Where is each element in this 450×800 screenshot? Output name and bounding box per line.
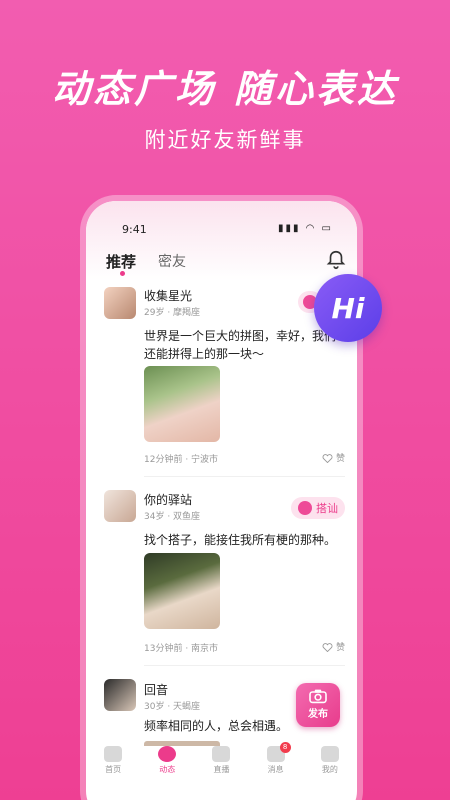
feed-icon	[158, 746, 177, 762]
hi-bubble[interactable]: Hi	[314, 274, 382, 342]
status-icons: ▮▮▮ ◠ ▭	[277, 223, 333, 234]
chat-button[interactable]: 搭讪	[291, 497, 345, 519]
nav-label: 首页	[105, 765, 122, 774]
nav-home[interactable]: 首页	[93, 746, 133, 786]
post-meta: 34岁 · 双鱼座	[144, 512, 201, 522]
post-meta: 30岁 · 天蝎座	[144, 702, 201, 712]
tab-recommend[interactable]: 推荐	[106, 251, 136, 272]
heart-outline-icon	[322, 453, 333, 463]
nav-label: 直播	[213, 765, 230, 774]
message-badge: 8	[279, 742, 291, 753]
like-button[interactable]: 赞	[322, 451, 345, 464]
nav-label: 我的	[321, 765, 338, 774]
post-text: 找个搭子，能接住我所有梗的那种。	[144, 533, 337, 547]
publish-button[interactable]: 发布	[296, 683, 340, 727]
post-text: 世界是一个巨大的拼图，幸好，我们还能拼得上的那一块～	[144, 329, 337, 361]
bell-icon[interactable]	[325, 249, 347, 271]
live-icon	[212, 746, 231, 762]
publish-label: 发布	[308, 709, 328, 720]
home-icon	[104, 746, 123, 762]
post-image[interactable]	[144, 553, 220, 629]
chat-button-label: 搭讪	[316, 502, 338, 515]
tab-friends[interactable]: 密友	[158, 251, 186, 271]
like-button[interactable]: 赞	[322, 640, 345, 653]
nav-messages[interactable]: 8 消息	[256, 742, 296, 786]
avatar[interactable]	[104, 679, 136, 711]
like-label: 赞	[335, 454, 345, 464]
like-label: 赞	[335, 643, 345, 653]
bottom-nav: 首页 动态 直播 8 消息 我的	[86, 742, 357, 786]
subline: 附近好友新鲜事	[144, 128, 306, 152]
post-username[interactable]: 回音	[144, 681, 168, 698]
nav-feed[interactable]: 动态	[147, 746, 187, 786]
post-time-location: 12分钟前 · 宁波市	[144, 455, 219, 465]
camera-icon	[309, 689, 327, 704]
post-meta: 29岁 · 摩羯座	[144, 308, 201, 318]
headline-part-2: 随心表达	[234, 67, 399, 111]
nav-profile[interactable]: 我的	[310, 746, 350, 786]
active-tab-indicator	[120, 271, 125, 276]
post-username[interactable]: 收集星光	[144, 287, 192, 304]
nav-label: 消息	[267, 765, 284, 774]
heart-outline-icon	[322, 642, 333, 652]
post-divider	[144, 476, 345, 477]
avatar[interactable]	[104, 490, 136, 522]
nav-label: 动态	[159, 765, 176, 774]
post-username[interactable]: 你的驿站	[144, 491, 192, 508]
post-time-location: 13分钟前 · 南京市	[144, 644, 219, 654]
post-divider	[144, 665, 345, 666]
avatar[interactable]	[104, 287, 136, 319]
status-time: 9:41	[122, 223, 147, 236]
headline: 动态广场 随心表达	[0, 58, 450, 113]
heart-icon	[298, 501, 312, 515]
headline-part-1: 动态广场	[51, 67, 216, 111]
post-image[interactable]	[144, 366, 220, 442]
nav-live[interactable]: 直播	[201, 746, 241, 786]
profile-icon	[320, 746, 339, 762]
